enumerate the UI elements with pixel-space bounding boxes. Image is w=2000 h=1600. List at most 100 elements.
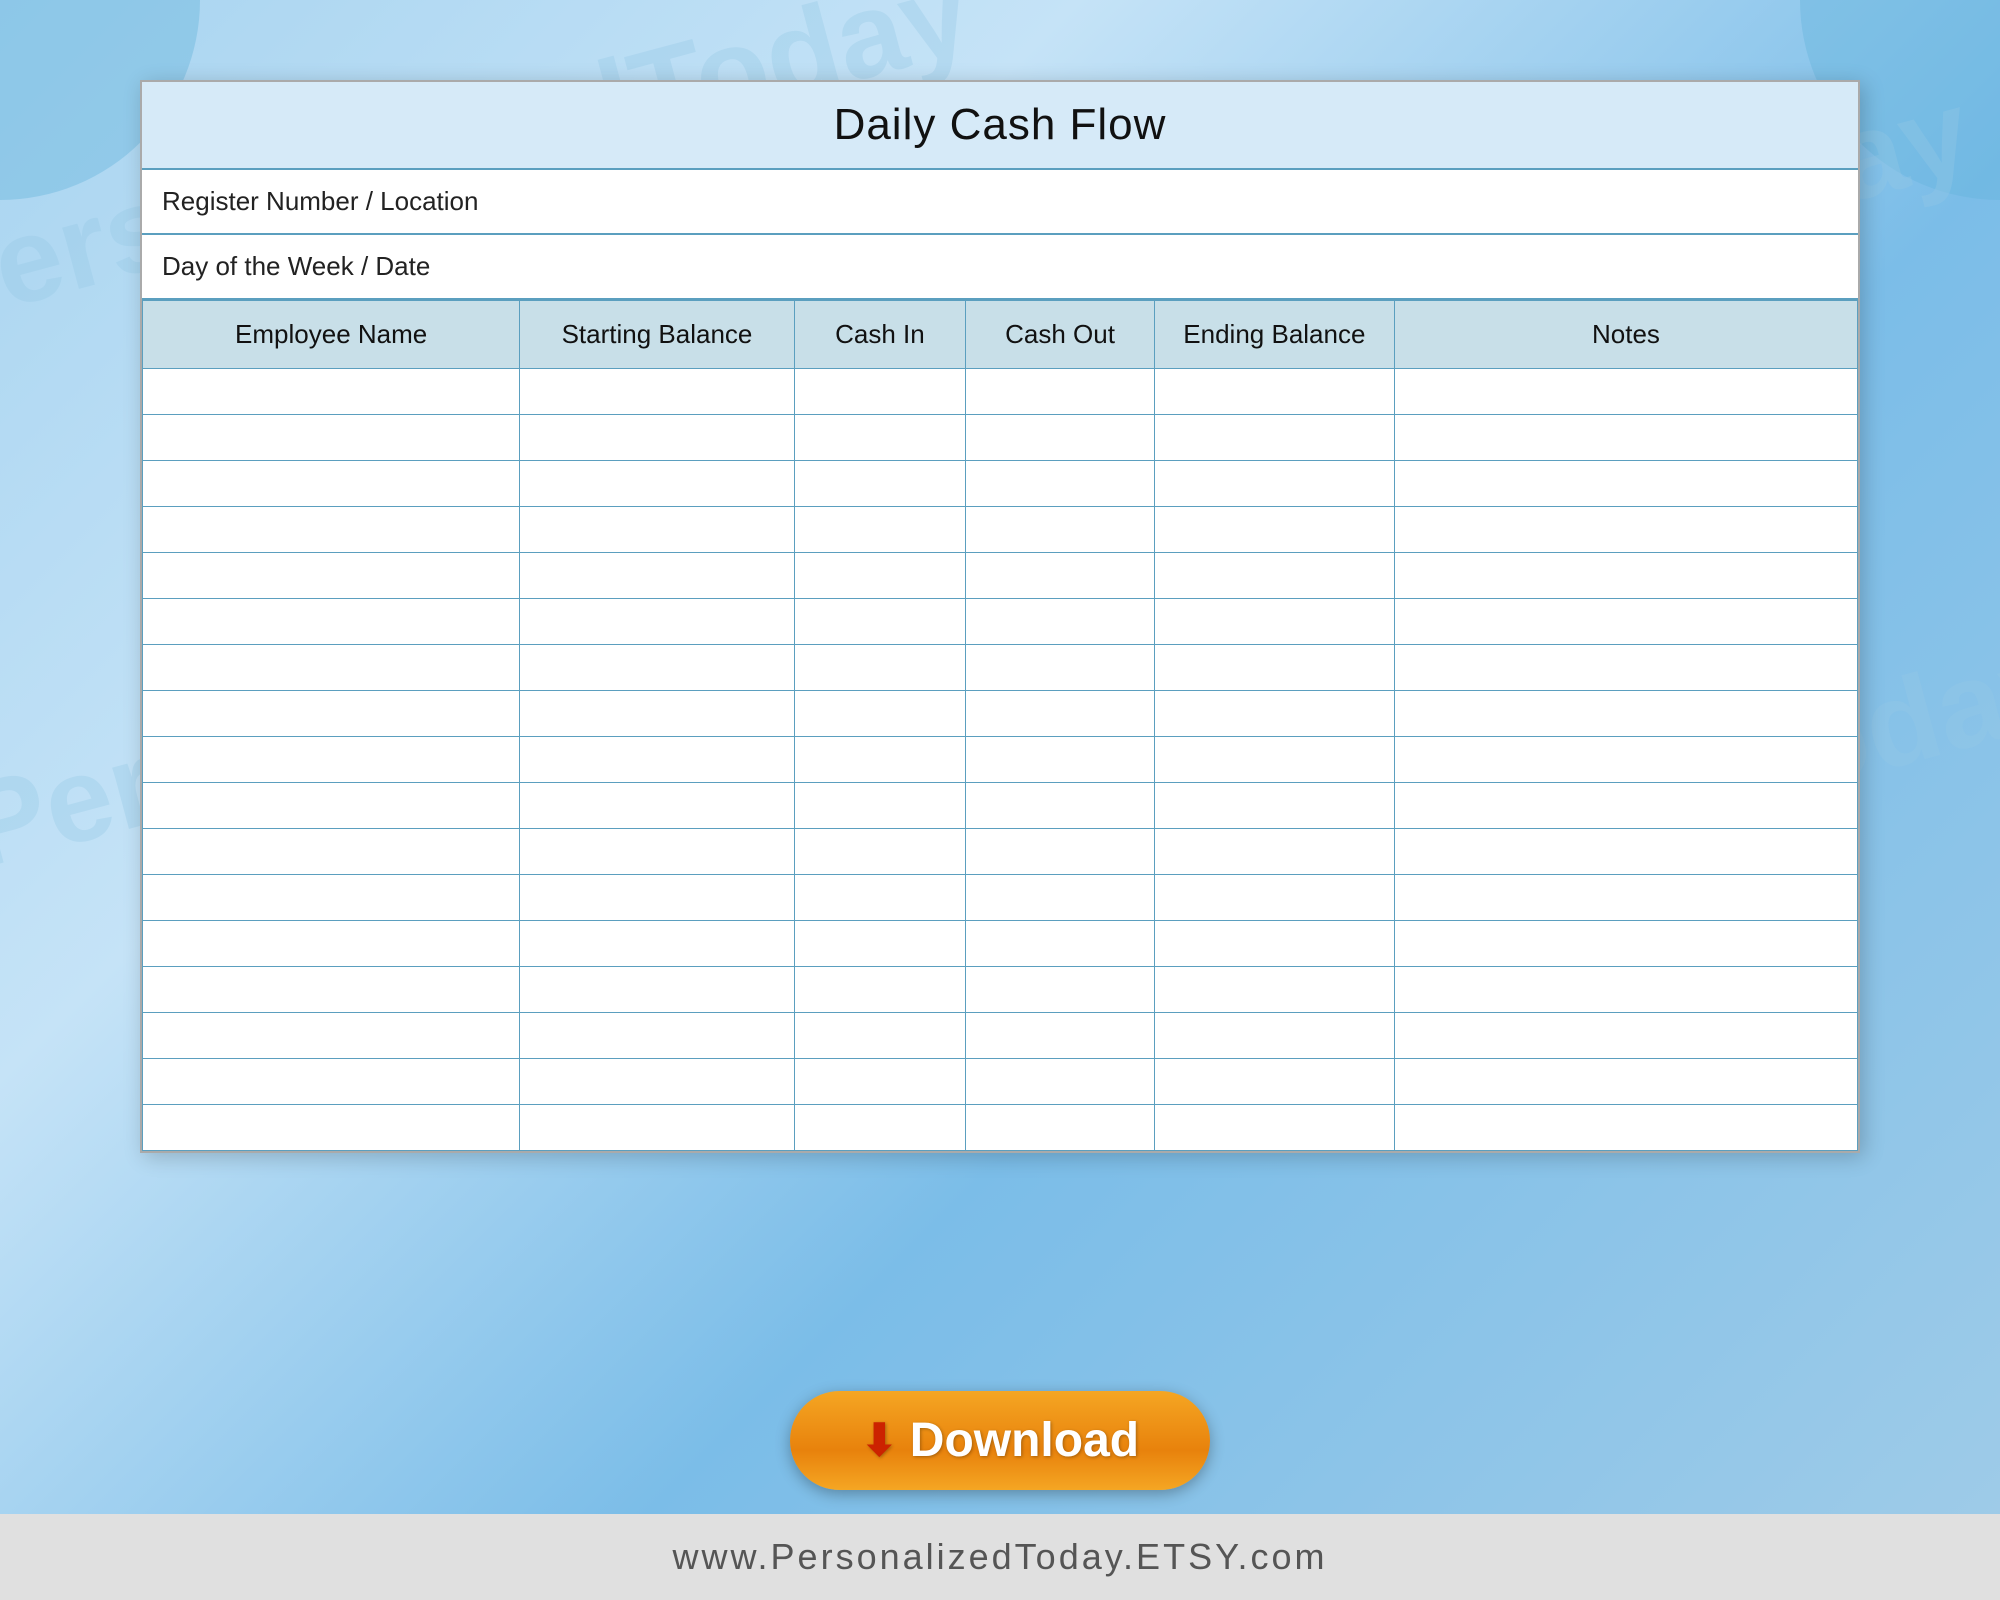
table-cell <box>1154 645 1394 691</box>
table-row <box>143 599 1858 645</box>
table-cell <box>143 461 520 507</box>
table-cell <box>794 461 966 507</box>
table-cell <box>1394 967 1857 1013</box>
table-cell <box>1394 691 1857 737</box>
table-cell <box>520 1059 794 1105</box>
table-cell <box>794 783 966 829</box>
document: Daily Cash Flow Register Number / Locati… <box>140 80 1860 1153</box>
table-cell <box>1154 507 1394 553</box>
table-row <box>143 829 1858 875</box>
table-header-row: Employee Name Starting Balance Cash In C… <box>143 301 1858 369</box>
table-cell <box>143 369 520 415</box>
table-row <box>143 461 1858 507</box>
table-cell <box>966 921 1155 967</box>
table-cell <box>1154 737 1394 783</box>
table-cell <box>1394 645 1857 691</box>
table-cell <box>143 829 520 875</box>
table-cell <box>966 737 1155 783</box>
download-arrow-icon: ⬇ <box>861 1415 898 1466</box>
table-cell <box>1394 553 1857 599</box>
table-cell <box>966 1059 1155 1105</box>
document-title: Daily Cash Flow <box>152 100 1848 150</box>
register-label: Register Number / Location <box>162 186 478 216</box>
table-row <box>143 553 1858 599</box>
download-button[interactable]: ⬇ Download <box>790 1391 1210 1490</box>
table-cell <box>1154 829 1394 875</box>
table-cell <box>966 691 1155 737</box>
table-cell <box>520 921 794 967</box>
table-row <box>143 415 1858 461</box>
table-cell <box>520 553 794 599</box>
col-header-starting: Starting Balance <box>520 301 794 369</box>
table-cell <box>966 967 1155 1013</box>
table-cell <box>520 783 794 829</box>
table-cell <box>1154 553 1394 599</box>
table-cell <box>794 507 966 553</box>
table-row <box>143 921 1858 967</box>
table-cell <box>520 599 794 645</box>
table-cell <box>143 737 520 783</box>
table-cell <box>1394 507 1857 553</box>
table-cell <box>794 645 966 691</box>
day-label: Day of the Week / Date <box>162 251 430 281</box>
table-cell <box>143 415 520 461</box>
col-header-notes: Notes <box>1394 301 1857 369</box>
table-cell <box>966 369 1155 415</box>
table-cell <box>794 369 966 415</box>
table-row <box>143 875 1858 921</box>
footer-url: www.PersonalizedToday.ETSY.com <box>673 1536 1328 1577</box>
table-cell <box>1154 967 1394 1013</box>
table-cell <box>966 829 1155 875</box>
table-cell <box>143 599 520 645</box>
col-header-ending: Ending Balance <box>1154 301 1394 369</box>
table-cell <box>520 645 794 691</box>
table-row <box>143 737 1858 783</box>
col-header-cashin: Cash In <box>794 301 966 369</box>
table-cell <box>1154 783 1394 829</box>
table-cell <box>1154 875 1394 921</box>
table-cell <box>143 875 520 921</box>
footer-bar: www.PersonalizedToday.ETSY.com <box>0 1514 2000 1600</box>
table-cell <box>1154 369 1394 415</box>
table-cell <box>520 967 794 1013</box>
table-cell <box>1394 461 1857 507</box>
table-cell <box>1394 829 1857 875</box>
table-cell <box>966 461 1155 507</box>
table-cell <box>1394 737 1857 783</box>
table-cell <box>966 553 1155 599</box>
table-cell <box>520 415 794 461</box>
table-cell <box>1394 875 1857 921</box>
table-cell <box>794 1105 966 1151</box>
col-header-employee: Employee Name <box>143 301 520 369</box>
table-cell <box>143 553 520 599</box>
table-cell <box>966 599 1155 645</box>
download-label: Download <box>910 1413 1139 1468</box>
table-cell <box>794 921 966 967</box>
table-cell <box>794 553 966 599</box>
table-cell <box>794 691 966 737</box>
table-cell <box>1154 461 1394 507</box>
cash-flow-table: Employee Name Starting Balance Cash In C… <box>142 300 1858 1151</box>
table-cell <box>520 507 794 553</box>
table-cell <box>1394 1059 1857 1105</box>
table-cell <box>143 645 520 691</box>
table-cell <box>143 783 520 829</box>
table-cell <box>143 921 520 967</box>
table-row <box>143 1059 1858 1105</box>
table-cell <box>1394 369 1857 415</box>
table-cell <box>520 691 794 737</box>
table-cell <box>1154 599 1394 645</box>
table-cell <box>143 1013 520 1059</box>
table-row <box>143 369 1858 415</box>
table-cell <box>1394 783 1857 829</box>
table-cell <box>794 415 966 461</box>
table-cell <box>966 1013 1155 1059</box>
table-cell <box>1154 1059 1394 1105</box>
table-cell <box>520 829 794 875</box>
table-cell <box>1154 1013 1394 1059</box>
table-cell <box>794 1013 966 1059</box>
table-cell <box>520 875 794 921</box>
table-cell <box>1154 691 1394 737</box>
download-button-wrapper: ⬇ Download <box>790 1391 1210 1490</box>
table-cell <box>794 737 966 783</box>
